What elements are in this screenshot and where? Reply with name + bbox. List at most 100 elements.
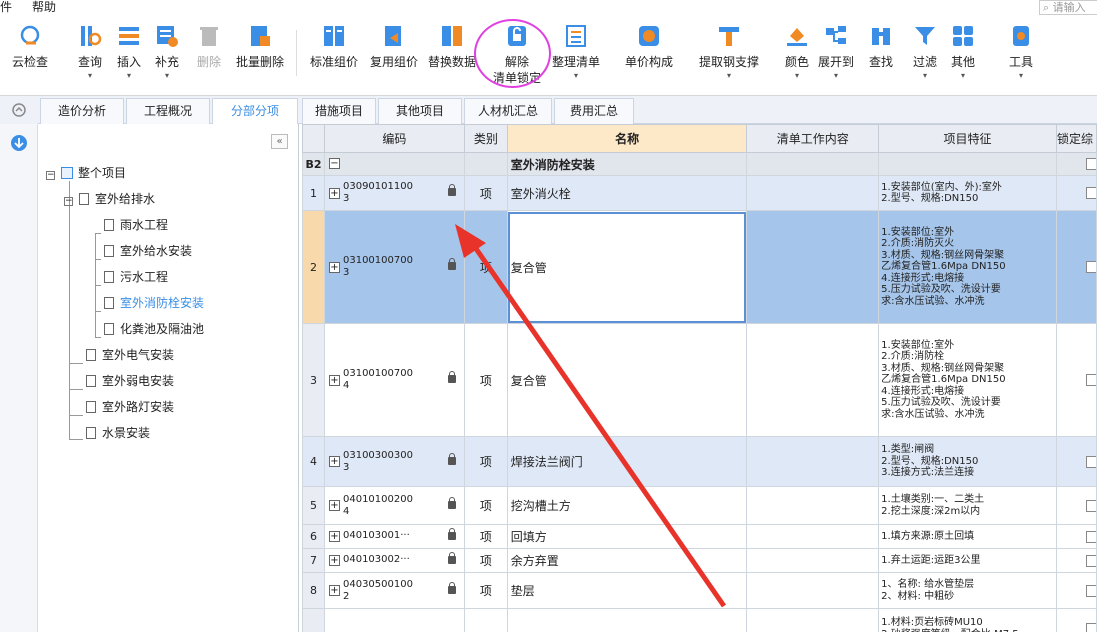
category-header[interactable]: 类别 [463,124,508,153]
feature-cell[interactable]: 1.材料:页岩标砖MU10 2.砂浆强度等级、配合比:M7.5 [878,608,1057,632]
table-row[interactable]: 4 +03100300300 3 项焊接法兰阀门 1.类型:闸阀 2.型号、规格:DN… [302,436,1097,487]
feature-cell[interactable]: 1.弃土运距:运距3公里 [878,548,1057,573]
extract-steel-dropdown[interactable]: ▾ [727,71,731,81]
feature-cell[interactable]: 1.安装部位:室外 2.介质:消防灭火 3.材质、规格:钢丝网骨架聚 乙烯复合管… [878,210,1057,324]
work-content-cell[interactable] [746,436,880,487]
color-dropdown[interactable]: ▾ [795,71,799,81]
feature-header[interactable]: 项目特征 [878,124,1057,153]
query-dropdown[interactable]: ▾ [88,71,92,81]
work-content-cell[interactable] [746,323,880,437]
group-row[interactable]: B2 − 室外消防栓安装 [302,152,1097,176]
lock-cell[interactable] [1055,436,1097,487]
lock-checkbox[interactable] [1086,554,1096,567]
other-dropdown[interactable]: ▾ [961,71,965,81]
category-cell[interactable]: 项 [463,524,508,549]
work-content-cell[interactable] [746,548,880,573]
feature-cell[interactable]: 1.安装部位(室内、外):室外 2.型号、规格:DN150 [878,175,1057,211]
lock-cell[interactable] [1055,210,1097,324]
feature-cell[interactable]: 1、名称: 给水管垫层 2、材料: 中粗砂 [878,572,1057,609]
tab-cost-analysis[interactable]: 造价分析 [40,98,124,124]
work-content-cell[interactable] [746,608,880,632]
code-cell[interactable]: +03100100700 4 [323,323,465,437]
category-cell[interactable]: 项 [463,175,508,211]
code-cell[interactable]: +040103002··· [323,548,465,573]
name-cell[interactable]: 复合管 [506,323,748,437]
search-input[interactable]: ⌕ 请输入 [1039,0,1097,15]
name-cell[interactable]: 垫层 [506,572,748,609]
work-content-header[interactable]: 清单工作内容 [746,124,880,153]
expand-toggle-icon[interactable]: + [328,374,340,386]
table-row[interactable]: 1.材料:页岩标砖MU10 2.砂浆强度等级、配合比:M7.5 [302,608,1097,632]
insert-button[interactable]: 插入 ▾ [112,20,146,92]
tree-node-sewage[interactable]: 污水工程 [104,268,168,286]
name-header[interactable]: 名称 [506,124,748,153]
feature-cell[interactable]: 1.安装部位:室外 2.介质:消防栓 3.材质、规格:钢丝网骨架聚 乙烯复合管1… [878,323,1057,437]
lock-checkbox[interactable] [1086,158,1096,170]
tree-node-outdoor-water[interactable]: − 室外给排水 [64,190,155,208]
table-row[interactable]: 7 +040103002··· 项余方弃置 1.弃土运距:运距3公里 [302,548,1097,573]
menu-file[interactable]: 件 [0,0,12,15]
lock-checkbox[interactable] [1086,374,1096,386]
lock-checkbox[interactable] [1086,584,1096,597]
lock-cell[interactable] [1055,608,1097,632]
unit-price-button[interactable]: 单价构成 [620,20,678,92]
table-row[interactable]: 3 +03100100700 4 项复合管 1.安装部位:室外 2.介质:消防栓 3.… [302,323,1097,437]
tools-button[interactable]: 工具 ▾ [1006,20,1036,92]
name-cell[interactable]: 焊接法兰阀门 [506,436,748,487]
work-content-cell[interactable] [746,524,880,549]
lock-cell[interactable] [1055,486,1097,525]
category-cell[interactable] [463,152,508,176]
code-cell[interactable]: +03100100700 3 [323,210,465,324]
reuse-price-button[interactable]: 复用组价 [366,20,422,92]
table-row[interactable]: 5 +04010100200 4 项挖沟槽土方 1.土壤类别:一、二类土 2.挖土深度… [302,486,1097,525]
expand-dropdown[interactable]: ▾ [834,71,838,81]
other-button[interactable]: 其他 ▾ [948,20,978,92]
lock-header[interactable]: 锁定综 [1055,124,1097,153]
cloud-check-button[interactable]: 云检查 [8,20,52,92]
category-cell[interactable]: 项 [463,572,508,609]
organize-dropdown[interactable]: ▾ [574,71,578,81]
code-header[interactable]: 编码 [323,124,465,153]
category-cell[interactable] [463,608,508,632]
lock-cell[interactable] [1055,175,1097,211]
tab-sub-items[interactable]: 分部分项 [212,98,298,125]
collapse-panel-button[interactable]: « [271,134,288,149]
color-button[interactable]: 颜色 ▾ [782,20,812,92]
code-cell[interactable] [323,608,465,632]
download-circle-icon[interactable] [0,124,38,154]
table-row[interactable]: 1 +03090101100 3 项室外消火栓 1.安装部位(室内、外):室外 2.型… [302,175,1097,211]
work-content-cell[interactable] [746,486,880,525]
code-cell[interactable]: +04030500100 2 [323,572,465,609]
collapse-toggle-icon[interactable]: − [328,157,340,169]
batch-delete-button[interactable]: 批量删除 [232,20,288,92]
category-cell[interactable]: 项 [463,323,508,437]
expand-toggle-icon[interactable]: + [328,554,340,566]
category-cell[interactable]: 项 [463,548,508,573]
filter-button[interactable]: 过滤 ▾ [910,20,940,92]
supplement-button[interactable]: 补充 ▾ [150,20,184,92]
tab-project-overview[interactable]: 工程概况 [126,98,210,124]
category-cell[interactable]: 项 [463,436,508,487]
work-content-cell[interactable] [746,572,880,609]
code-cell[interactable]: +04010100200 4 [323,486,465,525]
tools-dropdown[interactable]: ▾ [1019,71,1023,81]
work-content-cell[interactable] [746,175,880,211]
filter-dropdown[interactable]: ▾ [923,71,927,81]
expand-toggle-icon[interactable]: + [328,530,340,542]
category-cell[interactable]: 项 [463,210,508,324]
code-cell[interactable]: − [323,152,465,176]
tree-node-low-voltage[interactable]: 室外弱电安装 [86,372,174,390]
name-cell[interactable]: 挖沟槽土方 [506,486,748,525]
expand-toggle-icon[interactable]: + [328,187,340,199]
lock-checkbox[interactable] [1086,499,1096,512]
collapse-up-icon[interactable] [0,98,38,124]
work-content-cell[interactable] [746,210,880,324]
organize-list-button[interactable]: 整理清单 ▾ [548,20,604,92]
unlock-list-button[interactable]: 解除 清单锁定 [490,20,544,92]
feature-cell[interactable]: 1.填方来源:原土回填 [878,524,1057,549]
name-cell[interactable]: 室外消防栓安装 [506,152,748,176]
table-row[interactable]: 6 +040103001··· 项回填方 1.填方来源:原土回填 [302,524,1097,549]
name-cell[interactable]: 余方弃置 [506,548,748,573]
lock-checkbox[interactable] [1086,455,1096,468]
lock-checkbox[interactable] [1086,530,1096,543]
